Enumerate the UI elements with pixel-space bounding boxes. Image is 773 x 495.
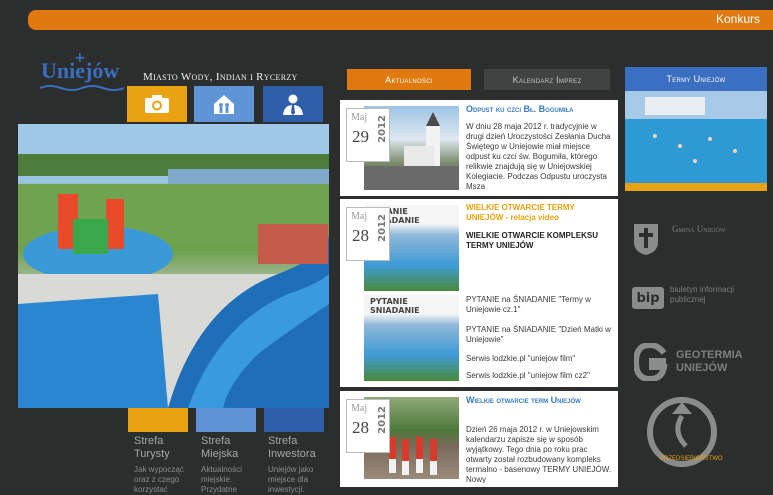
logo-waves-icon: [40, 85, 124, 91]
geotermia-link[interactable]: GEOTERMIA UNIEJÓW: [632, 341, 772, 385]
news-title[interactable]: WIELKIE OTWARCIE TERMY UNIEJÓW - relacja…: [466, 203, 614, 223]
coat-of-arms-icon: [634, 224, 658, 255]
pool-illustration: [625, 91, 767, 183]
enterprise-logo-label: PRZEDSIĘBIORSTWO: [660, 456, 723, 462]
strefa-turysty-title: Strefa Turysty: [134, 435, 170, 460]
news-item[interactable]: Maj 28 2012 Wielkie otwarcie term Uniejó…: [340, 391, 618, 487]
news-date-day: 29: [352, 127, 369, 146]
main-photo-aquapark: [18, 124, 329, 408]
video-link-3[interactable]: Serwis lodzkie.pl "uniejow film": [466, 354, 614, 364]
gmina-uniejow-link[interactable]: Gmina Uniejów: [632, 220, 772, 260]
geotermia-label-2: UNIEJÓW: [676, 362, 728, 374]
strefa-miejska-desc: Aktualności miejskie. Przydatne: [201, 465, 242, 494]
news-date-year: 2012: [377, 406, 388, 434]
bip-link[interactable]: bip biuletyn informacji publicznej: [632, 283, 772, 323]
news-date: Maj 28 2012: [346, 399, 390, 453]
strefa-turysty-tab[interactable]: [128, 408, 188, 432]
news-date-day: 28: [352, 418, 369, 437]
news-date: Maj 29 2012: [346, 108, 390, 162]
strefa-turysty-desc: Jak wypocząć oraz z czego korzystać: [134, 465, 184, 494]
strefa-miejska-title: Strefa Miejska: [201, 435, 239, 460]
strefa-turysty[interactable]: Strefa Turysty Jak wypocząć oraz z czego…: [134, 435, 194, 495]
aquapark-illustration: [18, 124, 329, 408]
video-link-2[interactable]: PYTANIE na ŚNIADANIE "Dzień Matki w Unie…: [466, 325, 614, 345]
termy-accent-stripe: [625, 183, 767, 191]
strefa-miejska-tab[interactable]: [196, 408, 256, 432]
investor-button[interactable]: [263, 86, 323, 122]
tab-kalendarz-imprez[interactable]: Kalendarz Imprez: [484, 69, 610, 90]
business-person-icon: [283, 94, 303, 115]
strefa-inwestora[interactable]: Strefa Inwestora Uniejów jako miejsce dl…: [268, 435, 328, 495]
news-date-month: Maj: [351, 112, 368, 123]
strefa-miejska[interactable]: Strefa Miejska Aktualności miejskie. Prz…: [201, 435, 261, 495]
city-button[interactable]: [194, 86, 254, 122]
konkurs-link[interactable]: Konkurs: [716, 12, 760, 26]
news-date-day: 28: [352, 226, 369, 245]
bip-label: biuletyn informacji publicznej: [670, 285, 735, 304]
news-subtitle: WIELKIE OTWARCIE KOMPLEKSU TERMY UNIEJÓW: [466, 231, 598, 250]
enterprise-logo-link[interactable]: PRZEDSIĘBIORSTWO: [642, 392, 723, 472]
bip-logo-icon: bip: [632, 287, 664, 309]
top-banner[interactable]: Konkurs: [28, 10, 773, 30]
gallery-button[interactable]: [127, 86, 187, 122]
news-item[interactable]: PYTANIE SNIADANIE PYTANIE SNIADANIE Maj …: [340, 199, 618, 387]
geotermia-label-1: GEOTERMIA: [676, 349, 743, 361]
geotermia-g-icon: [634, 343, 668, 381]
news-date: Maj 28 2012: [346, 207, 390, 261]
news-date-year: 2012: [377, 214, 388, 242]
termy-uniejow-photo[interactable]: [625, 91, 767, 183]
site-logo[interactable]: Uniejów: [41, 58, 123, 98]
thumb-label-2: PYTANIE SNIADANIE: [370, 297, 420, 315]
news-date-month: Maj: [351, 211, 368, 222]
family-icon: [214, 95, 234, 114]
camera-icon: [145, 95, 169, 113]
news-date-year: 2012: [377, 115, 388, 143]
video-link-1[interactable]: PYTANIE na ŚNIADANIE "Termy w Uniejowie …: [466, 295, 614, 315]
video-link-4[interactable]: Serwis lodzkie.pl "uniejow film cz2": [466, 371, 614, 381]
news-item[interactable]: Maj 29 2012 Odpust ku czci Bł. Bogumiła …: [340, 100, 618, 196]
site-tagline: Miasto Wody, Indian i Rycerzy: [143, 71, 298, 83]
gmina-label: Gmina Uniejów: [672, 224, 726, 234]
news-title[interactable]: Odpust ku czci Bł. Bogumiła: [466, 104, 614, 114]
strefa-inwestora-title: Strefa Inwestora: [268, 435, 316, 460]
news-excerpt: Dzień 26 maja 2012 r. w Uniejowskim kale…: [466, 425, 612, 483]
news-excerpt: W dniu 28 maja 2012 r. tradycyjnie w dru…: [466, 122, 611, 191]
termy-uniejow-header[interactable]: Termy Uniejów: [625, 67, 767, 91]
tab-aktualnosci[interactable]: Aktualności: [347, 69, 471, 90]
news-title[interactable]: Wielkie otwarcie term Uniejów: [466, 395, 614, 405]
strefa-inwestora-tab[interactable]: [264, 408, 324, 432]
strefa-inwestora-desc: Uniejów jako miejsce dla inwestycji.: [268, 465, 314, 494]
news-date-month: Maj: [351, 403, 368, 414]
news-thumbnail-2[interactable]: PYTANIE SNIADANIE: [364, 295, 459, 381]
